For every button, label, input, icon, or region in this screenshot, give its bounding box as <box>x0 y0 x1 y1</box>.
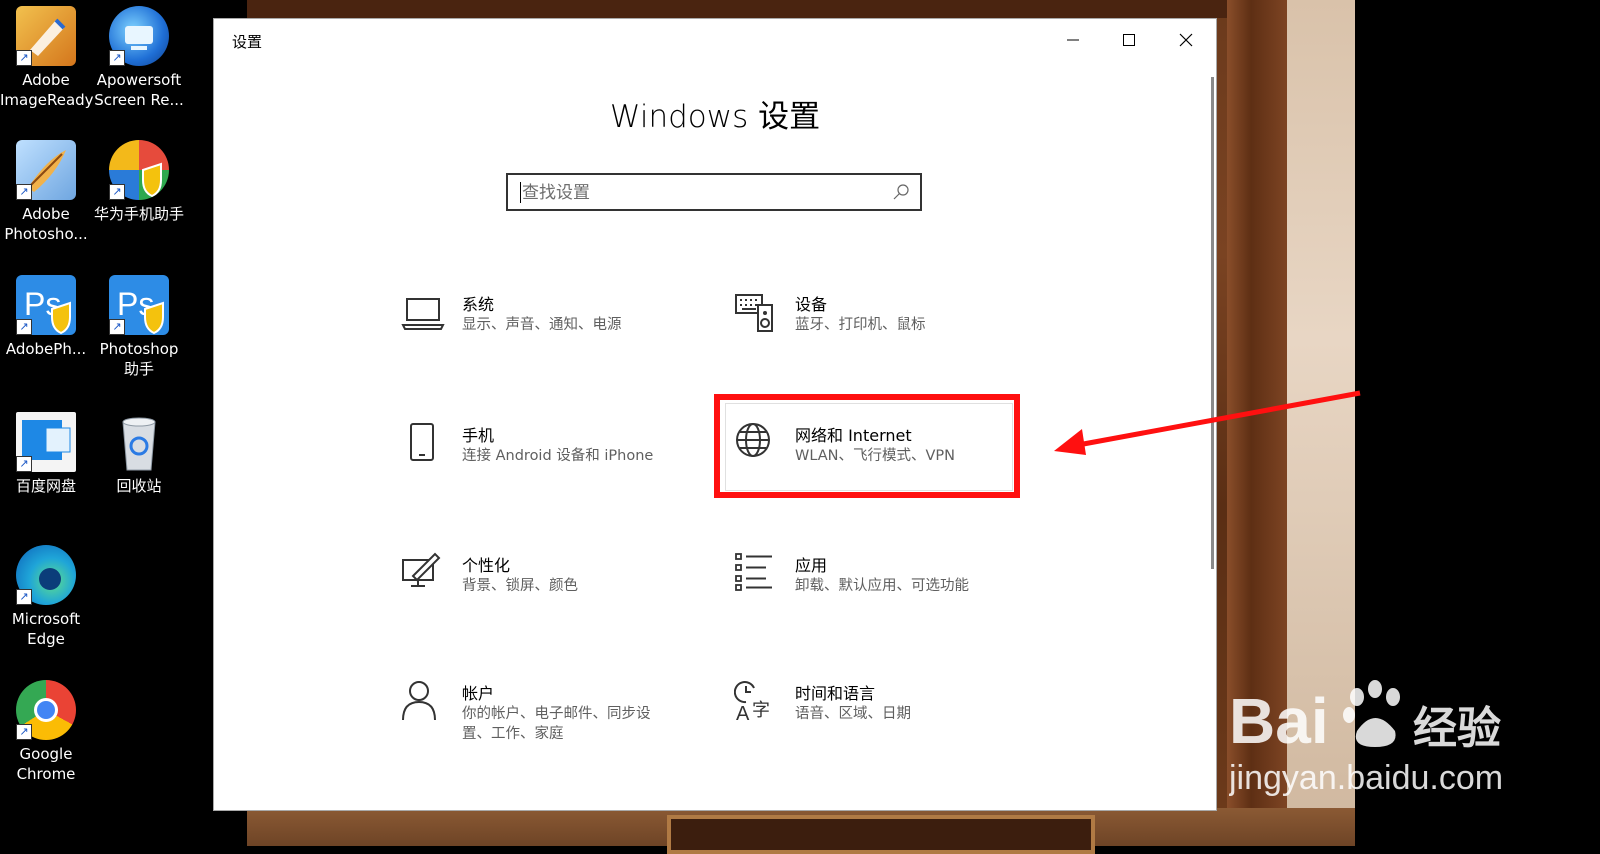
baidu-netdisk-icon: ↗ <box>16 412 76 472</box>
category-description: 背景、锁屏、颜色 <box>462 578 578 594</box>
baidu-watermark-logo: Bai 经验 jingyan.baidu.com <box>1228 680 1503 797</box>
photoshop-icon: Ps ↗ <box>16 275 76 335</box>
category-description: 显示、声音、通知、电源 <box>462 317 622 333</box>
watermark-url: jingyan.baidu.com <box>1229 759 1503 797</box>
text-caret <box>520 182 521 203</box>
desktop-icon-edge[interactable]: ↗ Microsoft Edge <box>0 545 92 649</box>
phone-icon <box>410 423 434 461</box>
edge-icon: ↗ <box>16 545 76 605</box>
maximize-button[interactable] <box>1100 19 1157 61</box>
search-box[interactable] <box>506 173 922 211</box>
close-icon <box>1179 33 1192 47</box>
huawei-assistant-icon: ↗ <box>109 140 169 200</box>
annotation-arrow <box>1054 390 1361 455</box>
svg-text:A: A <box>736 703 750 725</box>
category-system[interactable]: 系统 显示、声音、通知、电源 <box>401 291 709 375</box>
desktop-icon-label: Google Chrome <box>16 745 76 783</box>
photoshop-feather-icon: ↗ <box>16 140 76 200</box>
category-phone[interactable]: 手机 连接 Android 设备和 iPhone <box>401 422 709 506</box>
desktop-icon-label: 华为手机助手 <box>93 205 184 223</box>
category-accounts[interactable]: 帐户 你的帐户、电子邮件、同步设置、工作、家庭 <box>401 680 709 764</box>
category-title: 个性化 <box>462 556 511 575</box>
personalization-icon <box>402 552 441 587</box>
category-title: 帐户 <box>462 684 495 703</box>
minimize-button[interactable] <box>1044 19 1101 61</box>
minimize-icon <box>1066 39 1079 41</box>
svg-text:字: 字 <box>752 700 770 721</box>
category-title: 应用 <box>795 556 828 575</box>
time-language-icon: A 字 <box>734 681 770 725</box>
category-personalization[interactable]: 个性化 背景、锁屏、颜色 <box>401 552 709 636</box>
desktop-icon-photoshop[interactable]: Ps ↗ AdobePh... <box>0 275 92 359</box>
watermark-brand-suffix: 经验 <box>1413 703 1501 754</box>
search-icon[interactable] <box>892 183 910 201</box>
desktop-icon-label: Apowersoft Screen Re... <box>94 71 184 109</box>
desktop-icon-photoshop-helper[interactable]: Ps ↗ Photoshop 助手 <box>93 275 185 379</box>
desktop-icon-label: Microsoft Edge <box>11 610 81 648</box>
desktop-icon-label: Photoshop 助手 <box>99 340 179 378</box>
desktop-icon-chrome[interactable]: ↗ Google Chrome <box>0 680 92 784</box>
desktop-icon-label: 百度网盘 <box>15 477 76 495</box>
category-title: 系统 <box>462 295 495 314</box>
close-button[interactable] <box>1157 19 1214 61</box>
search-input[interactable] <box>520 175 884 211</box>
title-bar[interactable]: 设置 <box>214 19 1216 61</box>
baidu-watermark: Bai 经验 jingyan.baidu.com <box>1228 673 1519 817</box>
desktop-icon-photoshop-feather[interactable]: ↗ Adobe Photosho... <box>0 140 92 244</box>
maximize-icon <box>1122 34 1135 46</box>
imageready-icon: ↗ <box>16 6 76 66</box>
desktop-icon-baidu-netdisk[interactable]: ↗ 百度网盘 <box>0 412 92 496</box>
desktop-icon-recycle-bin[interactable]: 回收站 <box>93 412 185 496</box>
desktop-icon-label: 回收站 <box>116 477 162 495</box>
category-description: 卸载、默认应用、可选功能 <box>795 578 969 594</box>
apowersoft-icon: ↗ <box>109 6 169 66</box>
apps-list-icon <box>735 553 772 591</box>
devices-icon <box>735 294 773 332</box>
person-icon <box>402 681 436 721</box>
category-title: 设备 <box>795 295 828 314</box>
recycle-bin-icon <box>109 412 169 472</box>
category-description: 连接 Android 设备和 iPhone <box>462 448 654 464</box>
desktop-icon-label: Adobe ImageReady <box>0 71 94 109</box>
desktop-icon-label: Adobe Photosho... <box>4 205 88 243</box>
category-devices[interactable]: 设备 蓝牙、打印机、鼠标 <box>734 291 1042 375</box>
category-apps[interactable]: 应用 卸载、默认应用、可选功能 <box>734 552 1042 636</box>
category-title: 手机 <box>462 426 495 445</box>
chrome-icon: ↗ <box>16 680 76 740</box>
category-description: 你的帐户、电子邮件、同步设置、工作、家庭 <box>462 706 651 742</box>
window-title: 设置 <box>232 33 263 51</box>
desktop-icon-label: AdobePh... <box>5 340 87 358</box>
desktop-icon-imageready[interactable]: ↗ Adobe ImageReady <box>0 6 94 110</box>
page-title: Windows 设置 <box>609 99 821 135</box>
watermark-brand: Bai <box>1229 685 1329 757</box>
category-description: 蓝牙、打印机、鼠标 <box>795 317 926 333</box>
desktop-icon-apowersoft[interactable]: ↗ Apowersoft Screen Re... <box>93 6 185 110</box>
photoshop-helper-icon: Ps ↗ <box>109 275 169 335</box>
laptop-icon <box>401 298 445 330</box>
category-time-language[interactable]: A 字 时间和语言 语音、区域、日期 <box>734 680 1042 764</box>
scrollbar[interactable] <box>1211 77 1214 569</box>
desktop-icon-huawei[interactable]: ↗ 华为手机助手 <box>93 140 185 224</box>
annotation-highlight-box <box>714 394 1020 498</box>
category-title: 时间和语言 <box>795 684 876 703</box>
category-description: 语音、区域、日期 <box>795 706 911 722</box>
